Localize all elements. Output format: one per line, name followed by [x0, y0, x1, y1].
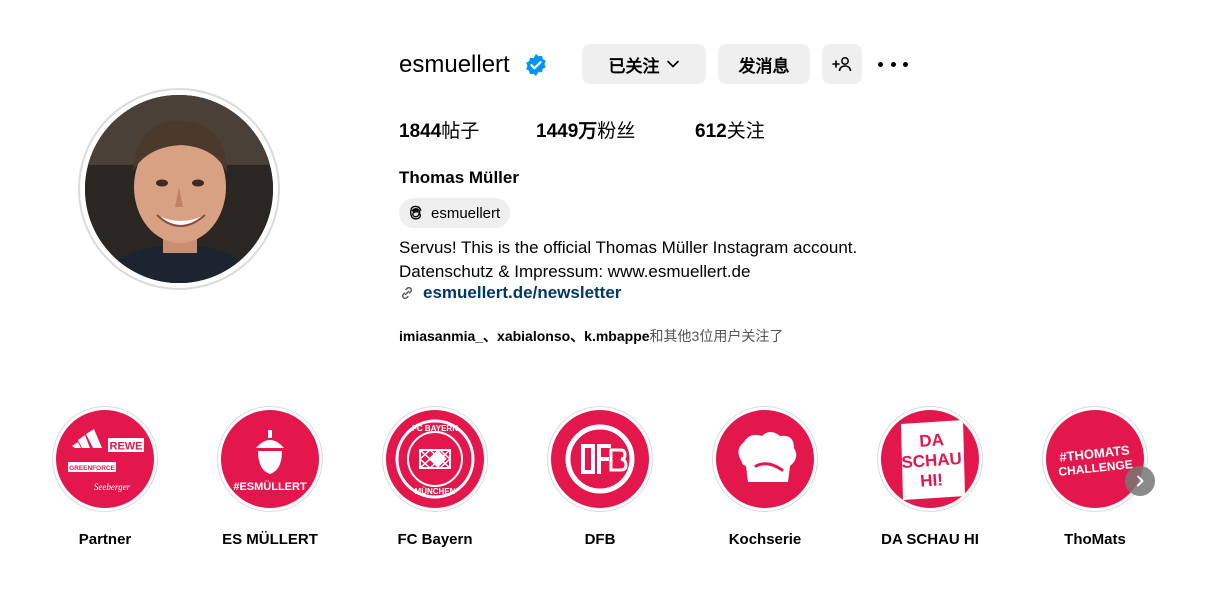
highlight-cover: #ESMÜLLERT: [221, 410, 319, 508]
highlight-es-muellert[interactable]: #ESMÜLLERT ES MÜLLERT: [216, 406, 324, 550]
highlight-ring[interactable]: DA SCHAU HI!: [877, 406, 983, 512]
dfb-logo-icon: [565, 424, 635, 494]
partner-logos-icon: REWE GREENFORCE Seeberger: [68, 429, 144, 492]
svg-text:HI!: HI!: [920, 470, 944, 491]
highlights-next-button[interactable]: [1125, 466, 1155, 496]
following-count[interactable]: 612关注: [695, 120, 765, 144]
message-button-label: 发消息: [738, 56, 790, 76]
more-options-icon[interactable]: [878, 54, 908, 74]
threads-badge[interactable]: esmuellert: [399, 198, 511, 228]
profile-username[interactable]: esmuellert: [399, 50, 510, 80]
chef-hat-icon: [738, 432, 797, 482]
highlight-fc-bayern[interactable]: FC BAYERN MÜNCHEN FC Bayern: [381, 406, 489, 550]
svg-text:Seeberger: Seeberger: [94, 482, 131, 492]
profile-link-text: esmuellert.de/newsletter: [423, 283, 622, 302]
bio-line: Datenschutz & Impressum: www.esmuellert.…: [399, 262, 751, 281]
svg-text:FC BAYERN: FC BAYERN: [412, 424, 458, 433]
verified-badge-icon: [526, 54, 546, 76]
highlight-cover: REWE GREENFORCE Seeberger: [56, 410, 154, 508]
threads-handle: esmuellert: [431, 204, 501, 222]
message-button[interactable]: 发消息: [718, 44, 810, 84]
highlight-label: FC Bayern: [397, 531, 473, 548]
profile-bio: Servus! This is the official Thomas Müll…: [399, 236, 857, 284]
highlight-dfb[interactable]: DFB: [546, 406, 654, 550]
highlight-partner[interactable]: REWE GREENFORCE Seeberger Partner: [51, 406, 159, 550]
profile-link[interactable]: esmuellert.de/newsletter: [399, 282, 621, 304]
svg-text:#ESMÜLLERT: #ESMÜLLERT: [233, 480, 307, 493]
highlight-cover: #THOMATS CHALLENGE: [1046, 410, 1144, 508]
thomats-challenge-icon: #THOMATS CHALLENGE: [1058, 442, 1134, 479]
highlight-ring[interactable]: [712, 406, 818, 512]
highlight-cover: [551, 410, 649, 508]
svg-text:DA: DA: [919, 430, 945, 451]
highlight-label: ThoMats: [1064, 531, 1126, 548]
svg-text:REWE: REWE: [110, 441, 143, 453]
profile-avatar: [85, 95, 273, 283]
highlight-da-schau-hi[interactable]: DA SCHAU HI! DA SCHAU HI: [876, 406, 984, 550]
chevron-down-icon: [666, 60, 679, 68]
highlight-ring[interactable]: FC BAYERN MÜNCHEN: [382, 406, 488, 512]
avatar-portrait-image: [85, 95, 273, 283]
highlight-cover: FC BAYERN MÜNCHEN: [386, 410, 484, 508]
fc-bayern-crest-icon: FC BAYERN MÜNCHEN: [395, 419, 475, 499]
profile-full-name: Thomas Müller: [399, 168, 519, 187]
highlight-cover: DA SCHAU HI!: [881, 410, 979, 508]
highlight-ring[interactable]: #ESMÜLLERT: [217, 406, 323, 512]
highlight-cover: [716, 410, 814, 508]
followed-by-text[interactable]: imiasanmia_、xabialonso、k.mbappe和其他3位用户关注…: [399, 326, 783, 346]
link-icon: [402, 287, 412, 299]
profile-avatar-ring[interactable]: [78, 88, 280, 290]
suggest-users-button[interactable]: [822, 44, 862, 84]
followers-count[interactable]: 1449万粉丝: [536, 120, 635, 144]
svg-text:GREENFORCE: GREENFORCE: [69, 465, 116, 472]
highlight-label: Kochserie: [728, 531, 802, 548]
highlight-ring[interactable]: #THOMATS CHALLENGE: [1042, 406, 1148, 512]
highlight-label: DA SCHAU HI: [881, 531, 979, 548]
highlight-label: ES MÜLLERT: [222, 531, 318, 548]
da-schau-hi-logo-icon: DA SCHAU HI!: [901, 420, 965, 500]
highlight-label: Partner: [78, 531, 132, 548]
acorn-icon: #ESMÜLLERT: [233, 430, 307, 493]
highlight-ring[interactable]: [547, 406, 653, 512]
next-arrow-icon: [1137, 475, 1144, 487]
posts-count: 1844帖子: [399, 121, 480, 142]
following-button[interactable]: 已关注: [582, 44, 706, 84]
highlight-ring[interactable]: REWE GREENFORCE Seeberger: [52, 406, 158, 512]
bio-line: Servus! This is the official Thomas Müll…: [399, 238, 858, 257]
following-button-label: 已关注: [608, 56, 660, 76]
highlight-label: DFB: [584, 531, 616, 548]
threads-icon: [410, 205, 422, 220]
add-user-icon: [832, 57, 852, 72]
svg-text:MÜNCHEN: MÜNCHEN: [415, 487, 456, 496]
highlight-kochserie[interactable]: Kochserie: [711, 406, 819, 550]
